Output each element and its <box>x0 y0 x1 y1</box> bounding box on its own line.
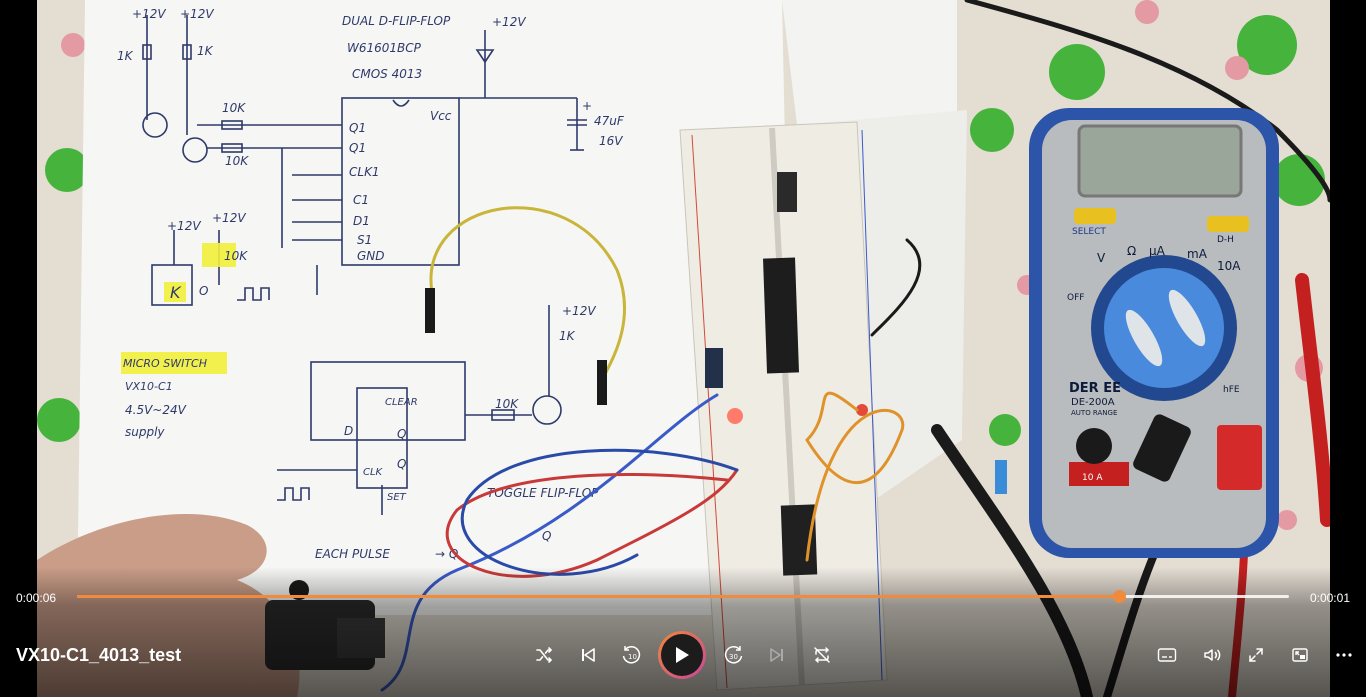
mm-ma: mA <box>1187 247 1208 261</box>
label-10k-1: 10K <box>222 101 246 115</box>
mm-model: DE-200A <box>1071 397 1115 408</box>
pin-clk1: CLK1 <box>349 165 380 179</box>
label-1k-3: 1K <box>559 329 576 343</box>
svg-text:30: 30 <box>729 653 738 661</box>
more-options-icon <box>1336 653 1352 657</box>
title-line-1: DUAL D-FLIP-FLOP <box>342 14 451 28</box>
pin-s1: S1 <box>357 233 372 247</box>
label-12v-2: +12V <box>180 7 214 21</box>
time-remaining: 0:00:01 <box>1309 591 1350 605</box>
mm-off: OFF <box>1067 293 1084 303</box>
mm-10a-socket: 10 A <box>1082 473 1103 483</box>
micro-switch-1: MICRO SWITCH <box>123 357 207 370</box>
seek-bar[interactable] <box>77 590 1289 603</box>
mm-ua: µA <box>1149 244 1166 258</box>
repeat-off-icon <box>814 647 830 663</box>
more-options-button[interactable] <box>1330 641 1358 669</box>
cap-plus: + <box>582 99 592 113</box>
mm-10a: 10A <box>1217 259 1241 273</box>
shuffle-icon <box>536 647 552 663</box>
miniplayer-button[interactable] <box>1286 641 1314 669</box>
mm-v: V <box>1097 251 1106 265</box>
play-button-inner <box>661 634 703 676</box>
each-pulse-label: EACH PULSE <box>315 547 390 561</box>
clear-label: CLEAR <box>385 397 418 408</box>
fullscreen-icon <box>1249 648 1263 662</box>
forward-30-button[interactable]: 30 <box>720 641 748 669</box>
forward-30-icon: 30 <box>724 646 743 664</box>
set-label: SET <box>387 492 407 503</box>
skip-previous-icon <box>582 648 595 662</box>
fullscreen-button[interactable] <box>1242 641 1270 669</box>
captions-icon <box>1157 648 1177 662</box>
mm-select: SELECT <box>1072 227 1106 237</box>
micro-switch-2: VX10-C1 <box>125 380 173 393</box>
label-10k-2: 10K <box>225 154 249 168</box>
title-line-3: CMOS 4013 <box>352 67 422 81</box>
skip-next-icon <box>770 648 783 662</box>
mm-dh: D-H <box>1217 235 1234 245</box>
relay-o: O <box>199 284 208 298</box>
label-10k-highlight: 10K <box>224 249 248 263</box>
cap-voltage: 16V <box>599 134 623 148</box>
miniplayer-icon <box>1292 648 1308 662</box>
mm-auto-range: AUTO RANGE <box>1071 409 1117 417</box>
label-12v-1: +12V <box>132 7 166 21</box>
label-12v-4: +12V <box>167 219 201 233</box>
svg-text:10: 10 <box>628 653 637 661</box>
video-title: VX10-C1_4013_test <box>16 645 182 665</box>
play-icon <box>676 647 689 663</box>
seek-bar-progress <box>77 595 1120 598</box>
relay-k: K <box>170 283 182 302</box>
title-line-2: W61601BCP <box>347 41 422 55</box>
pin-d1: D1 <box>353 214 370 228</box>
pin-gnd: GND <box>357 249 385 263</box>
next-button[interactable] <box>763 641 791 669</box>
time-elapsed: 0:00:06 <box>16 591 57 605</box>
clk-label: CLK <box>363 467 384 478</box>
multimeter: SELECT D-H OFF V Ω µA mA 10A DER EE DE-2… <box>995 108 1279 558</box>
label-12v-5: +12V <box>212 211 246 225</box>
mm-ohm: Ω <box>1127 244 1136 258</box>
d-label: D <box>344 424 353 438</box>
label-12v-3: +12V <box>492 15 526 29</box>
pin-q1: Q1 <box>349 121 366 135</box>
label-10k-3: 10K <box>495 397 519 411</box>
shuffle-button[interactable] <box>530 641 558 669</box>
mm-hfe: hFE <box>1223 385 1240 395</box>
mm-brand: DER EE <box>1069 381 1121 396</box>
supply-2: supply <box>125 425 165 439</box>
rewind-10-button[interactable]: 10 <box>617 641 645 669</box>
label-1k-1: 1K <box>117 49 134 63</box>
play-button[interactable] <box>658 631 706 679</box>
video-frame[interactable]: +12V +12V 1K 1K 10K 10K DUAL D-FLIP-FLOP… <box>37 0 1330 697</box>
vcc-label: Vcc <box>430 109 452 123</box>
q2-label: Q <box>542 529 551 543</box>
label-12v-6: +12V <box>562 304 596 318</box>
volume-icon <box>1204 649 1221 661</box>
pin-c1: C1 <box>353 193 369 207</box>
pin-q1bar: Q1 <box>349 141 366 155</box>
previous-button[interactable] <box>574 641 602 669</box>
supply-1: 4.5V~24V <box>125 403 187 417</box>
cap-value: 47uF <box>594 114 625 128</box>
volume-button[interactable] <box>1198 641 1226 669</box>
label-1k-2: 1K <box>197 44 214 58</box>
q-label: Q <box>397 427 406 441</box>
rewind-10-icon: 10 <box>622 646 641 664</box>
repeat-button[interactable] <box>808 641 836 669</box>
qbar-label: Q <box>397 457 406 471</box>
captions-button[interactable] <box>1153 641 1181 669</box>
